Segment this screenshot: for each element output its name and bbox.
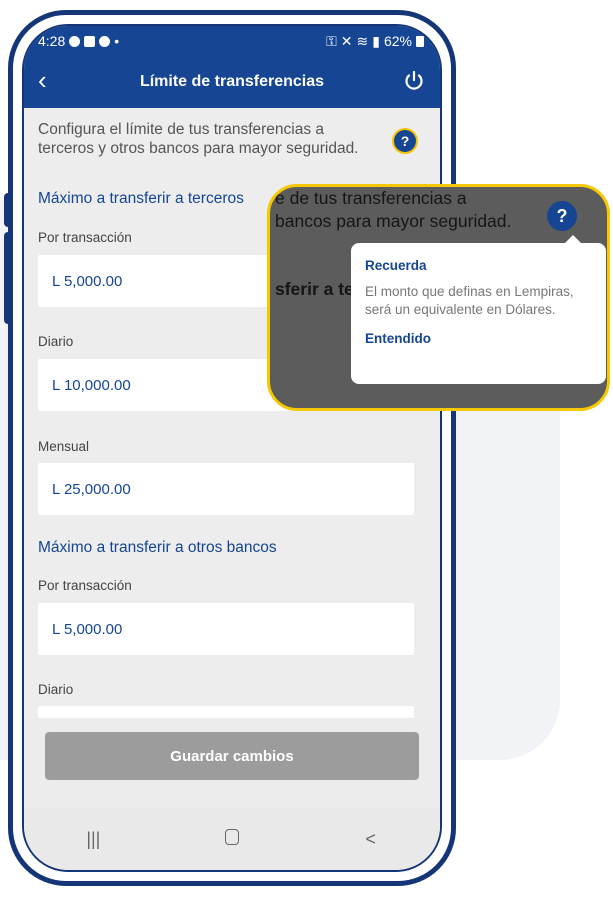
logout-icon[interactable] <box>402 69 426 93</box>
battery-level: 62% <box>383 33 412 49</box>
tooltip-title: Recuerda <box>365 258 427 273</box>
mute-icon: ✕ <box>340 32 353 49</box>
gallery-notification-icon <box>84 35 96 47</box>
phone-screen: 4:28 • ⚿ ✕ ≋ ▮ 62% ‹ Límite de transfere… <box>22 24 442 872</box>
page-title: Límite de transferencias <box>139 73 325 90</box>
status-time: 4:28 <box>38 33 66 49</box>
section-title-terceros: Máximo a transferir a terceros <box>38 190 244 207</box>
wifi-icon: ≋ <box>356 32 369 49</box>
section-title-otros-bancos: Máximo a transferir a otros bancos <box>38 539 277 556</box>
recent-apps-icon[interactable]: ||| <box>73 829 113 850</box>
app-notification-icon <box>69 35 81 47</box>
app-notification-icon <box>99 35 111 47</box>
tooltip-arrow <box>564 235 582 244</box>
save-button[interactable]: Guardar cambios <box>45 732 419 780</box>
app-header: ‹ Límite de transferencias <box>24 56 440 108</box>
intro-text: Configura el límite de tus transferencia… <box>38 121 359 157</box>
phone-frame: 4:28 • ⚿ ✕ ≋ ▮ 62% ‹ Límite de transfere… <box>8 10 456 886</box>
home-icon[interactable] <box>212 828 252 850</box>
tooltip-dismiss-button[interactable]: Entendido <box>365 331 594 346</box>
field-label: Diario <box>38 334 74 349</box>
signal-icon: ▮ <box>372 32 380 49</box>
otros-bancos-per-transaction-input[interactable]: L 5,000.00 <box>38 603 414 655</box>
back-arrow-icon[interactable]: ‹ <box>38 67 62 94</box>
help-icon[interactable]: ? <box>394 130 416 152</box>
field-label: Diario <box>38 682 74 697</box>
status-bar: 4:28 • ⚿ ✕ ≋ ▮ 62% <box>24 26 440 56</box>
terceros-monthly-input[interactable]: L 25,000.00 <box>38 463 414 515</box>
field-label: Por transacción <box>38 578 132 593</box>
bottom-actions: Guardar cambios <box>24 718 440 808</box>
zoom-callout: e de tus transferencias a bancos para ma… <box>267 184 610 411</box>
system-navbar: ||| < <box>24 808 440 870</box>
field-label: Mensual <box>38 439 90 454</box>
zoomed-intro-text: e de tus transferencias a bancos para ma… <box>275 188 512 231</box>
help-icon[interactable]: ? <box>547 201 577 231</box>
tooltip-body: El monto que definas en Lempiras, será u… <box>365 284 574 317</box>
system-back-icon[interactable]: < <box>351 829 391 850</box>
field-label: Por transacción <box>38 230 132 245</box>
more-notifications-icon: • <box>114 33 120 49</box>
help-tooltip: Recuerda El monto que definas en Lempira… <box>351 235 606 384</box>
battery-icon <box>416 35 424 47</box>
key-icon: ⚿ <box>326 32 337 49</box>
zoomed-section-title: sferir a te <box>275 279 354 299</box>
